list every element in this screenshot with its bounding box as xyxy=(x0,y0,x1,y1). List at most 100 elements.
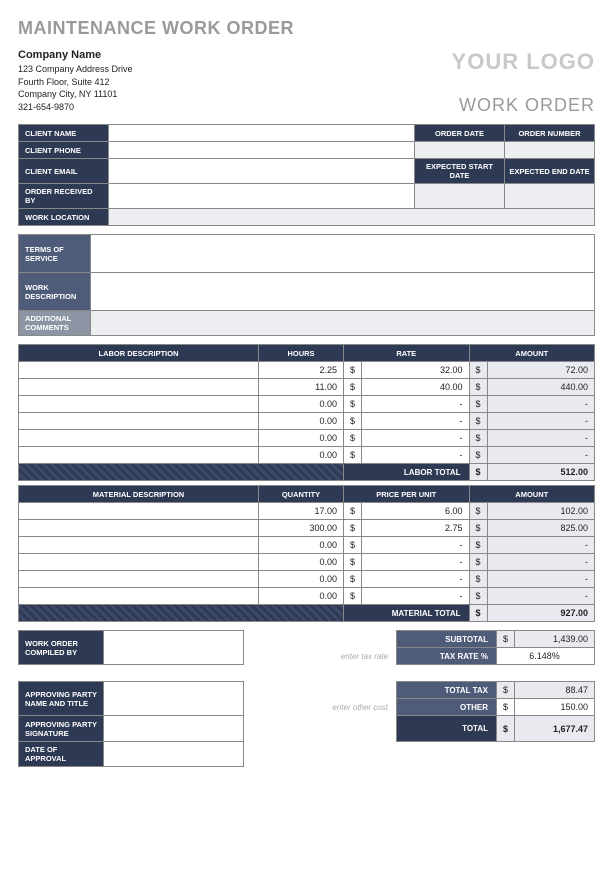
table-row: 17.00$6.00$102.00 xyxy=(19,503,595,520)
currency-cell: $ xyxy=(344,362,362,379)
desc-cell[interactable] xyxy=(19,588,259,605)
amount-cell: 102.00 xyxy=(487,503,595,520)
qty-cell[interactable]: 0.00 xyxy=(259,537,344,554)
material-qty-header: QUANTITY xyxy=(259,486,344,503)
rate-cell[interactable]: - xyxy=(362,537,470,554)
qty-cell[interactable]: 0.00 xyxy=(259,447,344,464)
desc-cell[interactable] xyxy=(19,503,259,520)
approving-name-label: APPROVING PARTY NAME AND TITLE xyxy=(19,682,104,716)
terms-field[interactable] xyxy=(91,235,595,273)
company-name: Company Name xyxy=(18,49,133,61)
total-value: 1,677.47 xyxy=(515,716,595,742)
amount-currency-cell: $ xyxy=(469,503,487,520)
qty-cell[interactable]: 300.00 xyxy=(259,520,344,537)
amount-cell: 825.00 xyxy=(487,520,595,537)
date-approval-field[interactable] xyxy=(104,742,244,767)
client-name-field[interactable] xyxy=(109,125,415,142)
table-row: 11.00$40.00$440.00 xyxy=(19,379,595,396)
desc-cell[interactable] xyxy=(19,362,259,379)
desc-cell[interactable] xyxy=(19,396,259,413)
order-date-label: ORDER DATE xyxy=(415,125,505,142)
desc-cell[interactable] xyxy=(19,571,259,588)
amount-currency-cell: $ xyxy=(469,588,487,605)
amount-currency-cell: $ xyxy=(469,520,487,537)
desc-cell[interactable] xyxy=(19,520,259,537)
table-row: 0.00$-$- xyxy=(19,571,595,588)
desc-cell[interactable] xyxy=(19,554,259,571)
company-block: Company Name 123 Company Address Drive F… xyxy=(18,49,133,113)
order-number-field[interactable] xyxy=(505,142,595,159)
labor-desc-header: LABOR DESCRIPTION xyxy=(19,345,259,362)
table-row: 300.00$2.75$825.00 xyxy=(19,520,595,537)
table-row: 0.00$-$- xyxy=(19,447,595,464)
amount-cell: 440.00 xyxy=(487,379,595,396)
desc-cell[interactable] xyxy=(19,537,259,554)
amount-currency-cell: $ xyxy=(469,571,487,588)
desc-cell[interactable] xyxy=(19,413,259,430)
total-currency: $ xyxy=(497,716,515,742)
client-name-label: CLIENT NAME xyxy=(19,125,109,142)
qty-cell[interactable]: 0.00 xyxy=(259,430,344,447)
rate-cell[interactable]: - xyxy=(362,447,470,464)
rate-cell[interactable]: - xyxy=(362,571,470,588)
table-row: 0.00$-$- xyxy=(19,396,595,413)
rate-cell[interactable]: 6.00 xyxy=(362,503,470,520)
date-approval-label: DATE OF APPROVAL xyxy=(19,742,104,767)
approving-name-field[interactable] xyxy=(104,682,244,716)
other-value[interactable]: 150.00 xyxy=(515,699,595,716)
currency-cell: $ xyxy=(344,537,362,554)
currency-cell: $ xyxy=(344,520,362,537)
rate-cell[interactable]: 40.00 xyxy=(362,379,470,396)
work-desc-field[interactable] xyxy=(91,273,595,311)
material-total-label: MATERIAL TOTAL xyxy=(344,605,470,622)
currency-cell: $ xyxy=(344,379,362,396)
order-received-field[interactable] xyxy=(109,184,415,209)
desc-cell[interactable] xyxy=(19,379,259,396)
comments-label: ADDITIONAL COMMENTS xyxy=(19,311,91,336)
work-location-field[interactable] xyxy=(109,209,595,226)
desc-cell[interactable] xyxy=(19,447,259,464)
expected-end-field[interactable] xyxy=(505,184,595,209)
amount-currency-cell: $ xyxy=(469,554,487,571)
labor-total-label: LABOR TOTAL xyxy=(344,464,470,481)
rate-cell[interactable]: - xyxy=(362,588,470,605)
order-date-field[interactable] xyxy=(415,142,505,159)
comments-field[interactable] xyxy=(91,311,595,336)
logo-placeholder: YOUR LOGO xyxy=(452,49,595,75)
qty-cell[interactable]: 2.25 xyxy=(259,362,344,379)
work-location-label: WORK LOCATION xyxy=(19,209,109,226)
company-addr1: 123 Company Address Drive xyxy=(18,63,133,76)
order-number-label: ORDER NUMBER xyxy=(505,125,595,142)
qty-cell[interactable]: 11.00 xyxy=(259,379,344,396)
rate-cell[interactable]: - xyxy=(362,554,470,571)
table-row: 0.00$-$- xyxy=(19,413,595,430)
client-phone-field[interactable] xyxy=(109,142,415,159)
tax-rate-value[interactable]: 6.148% xyxy=(497,648,595,665)
compiled-by-field[interactable] xyxy=(104,631,244,665)
approving-sig-label: APPROVING PARTY SIGNATURE xyxy=(19,716,104,742)
qty-cell[interactable]: 17.00 xyxy=(259,503,344,520)
currency-cell: $ xyxy=(344,396,362,413)
qty-cell[interactable]: 0.00 xyxy=(259,554,344,571)
rate-cell[interactable]: - xyxy=(362,430,470,447)
qty-cell[interactable]: 0.00 xyxy=(259,396,344,413)
amount-cell: - xyxy=(487,396,595,413)
qty-cell[interactable]: 0.00 xyxy=(259,413,344,430)
currency-cell: $ xyxy=(344,588,362,605)
rate-cell[interactable]: - xyxy=(362,396,470,413)
approving-sig-field[interactable] xyxy=(104,716,244,742)
rate-cell[interactable]: 2.75 xyxy=(362,520,470,537)
client-email-field[interactable] xyxy=(109,159,415,184)
material-total-value: 927.00 xyxy=(487,605,595,622)
work-order-label: WORK ORDER xyxy=(452,95,595,116)
rate-cell[interactable]: 32.00 xyxy=(362,362,470,379)
amount-currency-cell: $ xyxy=(469,413,487,430)
total-label: TOTAL xyxy=(397,716,497,742)
desc-cell[interactable] xyxy=(19,430,259,447)
rate-cell[interactable]: - xyxy=(362,413,470,430)
total-tax-label: TOTAL TAX xyxy=(397,682,497,699)
subtotal-value: 1,439.00 xyxy=(515,631,595,648)
expected-start-field[interactable] xyxy=(415,184,505,209)
qty-cell[interactable]: 0.00 xyxy=(259,588,344,605)
qty-cell[interactable]: 0.00 xyxy=(259,571,344,588)
